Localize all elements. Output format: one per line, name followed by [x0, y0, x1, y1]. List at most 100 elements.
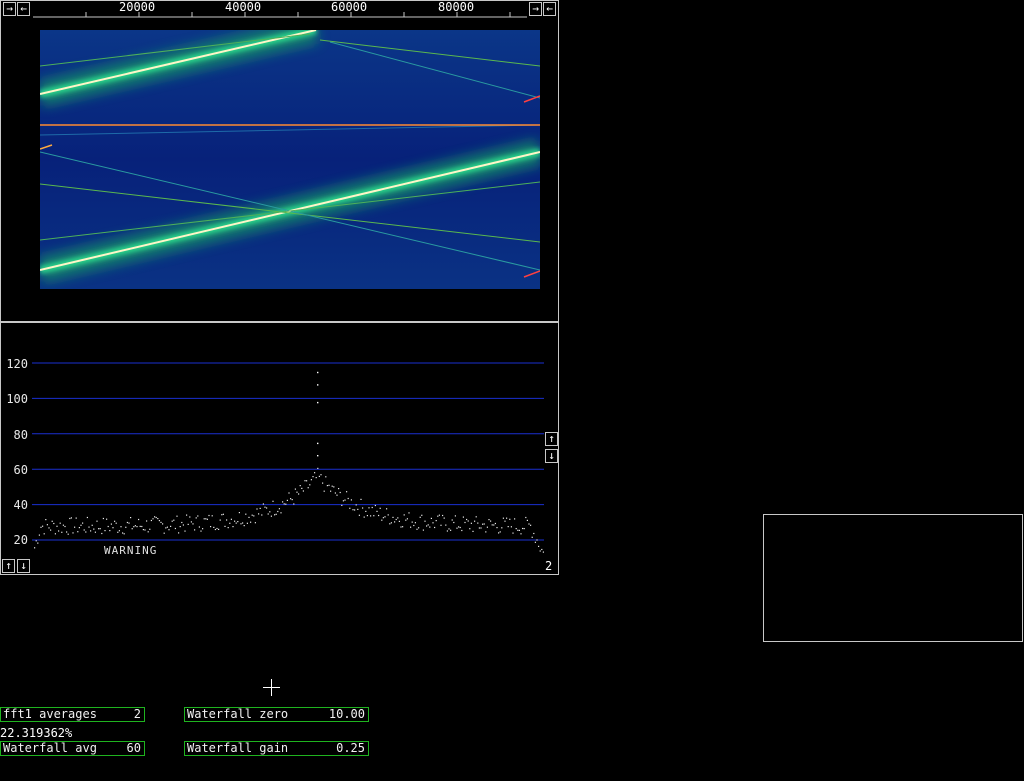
spectrum-point: [283, 503, 285, 505]
spectrum-peak-point: [317, 401, 319, 404]
scroll-right-left-button[interactable]: →: [3, 2, 16, 16]
spectrum-point: [472, 530, 474, 532]
spectrum-point: [397, 517, 399, 519]
spectrum-point: [502, 517, 504, 519]
spectrum-point: [410, 526, 412, 528]
spectrum-point: [334, 492, 336, 494]
spectrum-point: [469, 528, 471, 530]
spectrum-point: [194, 529, 196, 531]
spectrum-point: [202, 528, 204, 530]
spectrum-point: [470, 522, 472, 524]
spectrum-point: [112, 527, 114, 529]
spectrum-point: [435, 520, 437, 522]
spectrum-peak-point: [317, 442, 319, 445]
fft-averages-param[interactable]: fft1 averages 2: [0, 707, 145, 722]
spectrum-point: [392, 516, 394, 518]
waterfall-avg-param[interactable]: Waterfall avg 60: [0, 741, 145, 756]
spectrum-point: [136, 526, 138, 528]
spectrum-point: [509, 518, 511, 520]
spectrum-point: [242, 522, 244, 524]
spectrum-point: [221, 514, 223, 516]
spectrum-point: [102, 517, 104, 520]
spectrum-point: [451, 519, 453, 521]
spectrum-point: [155, 516, 157, 519]
spectrum-point: [421, 514, 423, 516]
spectrum-point: [322, 482, 324, 484]
param-label: fft1 averages: [3, 707, 97, 721]
spectrum-plot[interactable]: [0, 322, 559, 575]
spectrum-point: [259, 507, 261, 509]
spectrum-point: [234, 520, 236, 522]
spectrum-point: [506, 517, 508, 519]
spectrum-point: [69, 517, 71, 520]
spectrum-point: [171, 520, 173, 522]
spectrum-point: [211, 515, 213, 517]
frequency-axis[interactable]: 20000 40000 60000 80000: [33, 0, 527, 18]
spectrum-point: [360, 498, 362, 500]
spectrum-point: [462, 516, 464, 518]
spectrum-point: [179, 526, 181, 528]
spectrum-point: [512, 532, 514, 534]
spectrum-point: [539, 550, 541, 552]
spectrum-point: [490, 520, 492, 522]
param-value: 60: [126, 741, 141, 755]
param-label: Waterfall avg: [3, 741, 97, 755]
spectrum-point: [122, 532, 124, 534]
scroll-left-left-button[interactable]: ←: [17, 2, 30, 16]
spectrum-point: [62, 524, 64, 526]
crosshair-cursor-icon: [263, 679, 280, 696]
spectrum-point: [491, 524, 493, 526]
spectrum-point: [354, 509, 356, 511]
spectrum-point: [216, 527, 218, 530]
scale-up-left-button[interactable]: ↑: [2, 559, 15, 573]
spectrum-point: [197, 515, 199, 517]
spectrum-point: [38, 534, 40, 536]
freq-tick-label: 80000: [438, 0, 475, 14]
spectrum-point: [517, 529, 519, 531]
spectrum-point: [187, 523, 189, 525]
spectrum-point: [149, 528, 151, 530]
channel-number: 2: [545, 559, 553, 573]
spectrum-point: [520, 533, 522, 535]
spectrum-point: [203, 518, 205, 520]
scroll-left-right-button[interactable]: ←: [543, 2, 556, 16]
scale-down-right-button[interactable]: ↓: [545, 449, 558, 463]
waterfall-zero-param[interactable]: Waterfall zero 10.00: [184, 707, 369, 722]
scale-up-right-button[interactable]: ↑: [545, 432, 558, 446]
spectrum-point: [80, 524, 82, 526]
spectrum-point: [349, 507, 351, 509]
spectrum-point: [274, 514, 276, 516]
waterfall-gain-param[interactable]: Waterfall gain 0.25: [184, 741, 369, 756]
spectrum-point: [293, 503, 295, 505]
scroll-right-right-button[interactable]: →: [529, 2, 542, 16]
spectrum-point: [530, 524, 532, 526]
spectrum-point: [93, 528, 95, 530]
spectrum-point: [309, 484, 311, 486]
waterfall-display[interactable]: [40, 30, 540, 289]
spectrum-point: [357, 508, 359, 510]
spectrum-point: [282, 501, 284, 503]
spectrum-point: [117, 531, 119, 533]
spectrum-point: [138, 518, 140, 521]
spectrum-point: [434, 526, 436, 529]
scale-down-left-button[interactable]: ↓: [17, 559, 30, 573]
spectrum-point: [40, 526, 42, 528]
spectrum-peak-point: [317, 384, 319, 386]
spectrum-point: [482, 523, 484, 525]
spectrum-point: [66, 531, 68, 533]
spectrum-point: [384, 516, 386, 518]
spectrum-point: [320, 474, 322, 476]
spectrum-point: [525, 516, 527, 519]
spectrum-point: [314, 472, 316, 474]
spectrum-point: [514, 518, 516, 520]
spectrum-point: [467, 520, 469, 522]
spectrum-point: [210, 526, 212, 528]
spectrum-point: [298, 493, 300, 495]
spectrum-point: [368, 507, 370, 509]
spectrum-point: [64, 525, 66, 528]
spectrum-point: [190, 521, 192, 523]
spectrum-point: [59, 522, 61, 524]
spectrum-point: [347, 497, 349, 500]
spectrum-point: [365, 510, 367, 512]
spectrum-point: [488, 519, 490, 521]
